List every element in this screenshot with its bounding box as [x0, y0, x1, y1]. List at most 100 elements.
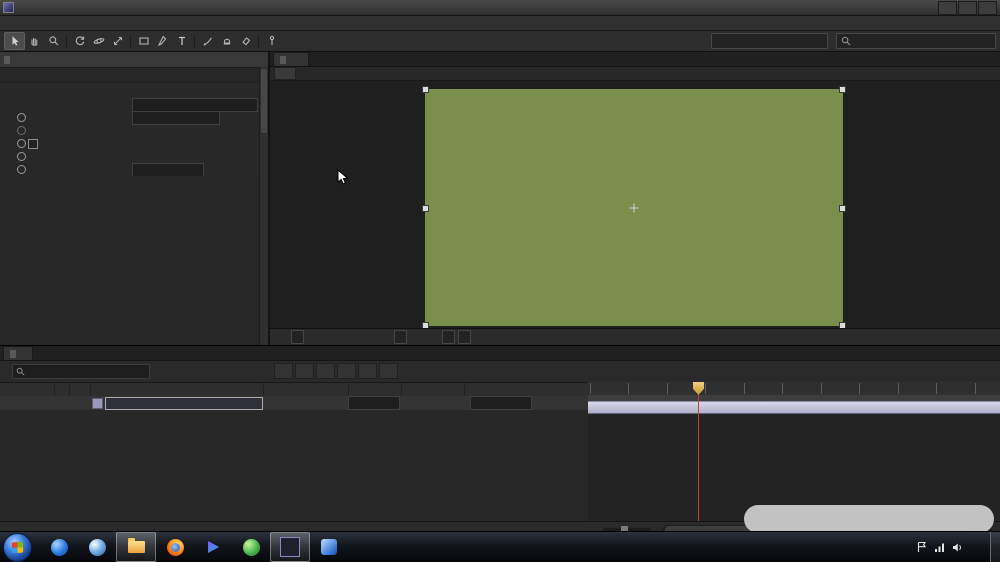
hand-tool[interactable]: [25, 33, 44, 49]
magnification-dropdown[interactable]: [291, 330, 304, 344]
layer-parent-dropdown[interactable]: [470, 396, 532, 410]
eraser-tool[interactable]: [236, 33, 255, 49]
taskbar-firefox-icon[interactable]: [156, 533, 194, 561]
timeline-tab-comp1[interactable]: [3, 346, 33, 360]
camera-dropdown[interactable]: [442, 330, 455, 344]
panel-grip-icon[interactable]: [4, 55, 10, 64]
composition-mini-flowchart-icon[interactable]: [274, 363, 293, 379]
type-tool[interactable]: [172, 33, 191, 49]
workspace-dropdown[interactable]: [711, 33, 828, 49]
effect-controls-empty-area: [0, 176, 268, 345]
stopwatch-icon[interactable]: [16, 113, 26, 122]
blend-mode-dropdown[interactable]: [132, 162, 204, 177]
toolbar-separator: [66, 34, 67, 48]
ruler-tick: [744, 383, 747, 394]
stopwatch-icon[interactable]: [16, 165, 26, 174]
motion-blur-icon[interactable]: [358, 363, 377, 379]
effect-controls-scrollbar[interactable]: [259, 67, 268, 345]
frame-blend-icon[interactable]: [337, 363, 356, 379]
composition-tab[interactable]: [273, 52, 309, 66]
selection-handle[interactable]: [839, 204, 846, 212]
puppet-pin-tool[interactable]: [262, 33, 281, 49]
selection-handle[interactable]: [839, 322, 846, 328]
layer-track-matte-cell[interactable]: [400, 396, 462, 410]
timeline-option-buttons: [274, 363, 398, 379]
property-row-blend: [0, 162, 268, 177]
stopwatch-icon[interactable]: [16, 126, 26, 135]
help-search-input[interactable]: [855, 35, 991, 47]
taskbar-antivirus-icon[interactable]: [232, 533, 270, 561]
layer-duration-bar[interactable]: [588, 401, 1000, 414]
composition-footer-bar: [270, 328, 1000, 345]
taskbar-explorer-icon[interactable]: [116, 532, 156, 562]
taskbar-browser-icon[interactable]: [40, 533, 78, 561]
pen-tool[interactable]: [153, 33, 172, 49]
close-button[interactable]: [978, 0, 997, 15]
panel-grip-icon: [10, 349, 16, 358]
show-desktop-button[interactable]: [990, 532, 1000, 562]
system-tray: [909, 532, 1000, 562]
timeline-tabbar: [0, 346, 1000, 361]
layer-mode-dropdown[interactable]: [348, 396, 400, 410]
ruler-tick: [898, 383, 901, 394]
draft-3d-icon[interactable]: [295, 363, 314, 379]
pan-behind-tool[interactable]: [108, 33, 127, 49]
view-layout-dropdown[interactable]: [458, 330, 471, 344]
switches-column-header: [264, 383, 349, 397]
help-search-box[interactable]: [836, 33, 996, 49]
ruler-tick: [667, 383, 670, 394]
source-layer-dropdown[interactable]: [132, 97, 258, 112]
composition-canvas[interactable]: [422, 86, 846, 328]
camera-tool[interactable]: [89, 33, 108, 49]
selection-handle[interactable]: [422, 322, 429, 328]
composition-viewer[interactable]: [270, 81, 1000, 328]
timeline-track-area[interactable]: [588, 382, 1000, 522]
taskbar-globe-browser-icon[interactable]: [78, 533, 116, 561]
sample-dropdown[interactable]: [132, 110, 220, 125]
zoom-tool[interactable]: [44, 33, 63, 49]
viewer-tab-comp1[interactable]: [274, 67, 296, 80]
titlebar: [0, 0, 1000, 16]
selection-tool[interactable]: [4, 32, 25, 50]
mouse-cursor: [337, 169, 349, 186]
action-center-flag-icon[interactable]: [916, 541, 927, 553]
stopwatch-icon[interactable]: [16, 139, 26, 148]
stopwatch-icon[interactable]: [16, 152, 26, 161]
layer-index: [72, 396, 92, 410]
track-matte-column-header[interactable]: [402, 383, 465, 397]
composition-tabbar: [270, 52, 1000, 67]
selection-handle[interactable]: [839, 86, 846, 93]
taskbar-after-effects-icon[interactable]: [270, 532, 310, 562]
timeline-search-box[interactable]: [12, 363, 150, 379]
brush-tool[interactable]: [198, 33, 217, 49]
search-icon: [841, 36, 851, 46]
layer-name[interactable]: [105, 396, 263, 410]
stencil-checkbox[interactable]: [28, 138, 38, 149]
time-ruler[interactable]: [588, 382, 1000, 396]
timeline-search-input[interactable]: [28, 365, 146, 377]
maximize-button[interactable]: [958, 0, 977, 15]
selection-handle[interactable]: [422, 86, 429, 93]
selection-handle[interactable]: [422, 204, 429, 212]
timeline-layer-list-empty-area: [0, 410, 589, 522]
minimize-button[interactable]: [938, 0, 957, 15]
resolution-dropdown[interactable]: [394, 330, 407, 344]
composition-panel: [270, 52, 1000, 345]
hide-shy-layers-icon[interactable]: [316, 363, 335, 379]
anchor-point-icon[interactable]: [633, 203, 635, 212]
toolbar-separator: [130, 34, 131, 48]
effect-header: [0, 83, 268, 98]
source-name-column-header[interactable]: [91, 383, 264, 397]
taskbar-utility-icon[interactable]: [310, 533, 348, 561]
taskbar-media-player-icon[interactable]: [194, 533, 232, 561]
network-icon[interactable]: [934, 542, 945, 553]
clone-stamp-tool[interactable]: [217, 33, 236, 49]
volume-icon[interactable]: [952, 542, 964, 553]
rotation-tool[interactable]: [70, 33, 89, 49]
graph-editor-icon[interactable]: [379, 363, 398, 379]
mask-shape-tool[interactable]: [134, 33, 153, 49]
layer-row-1[interactable]: [0, 396, 588, 411]
mode-column-header[interactable]: [349, 383, 402, 397]
start-button[interactable]: [3, 532, 32, 562]
parent-column-header[interactable]: [465, 383, 588, 397]
